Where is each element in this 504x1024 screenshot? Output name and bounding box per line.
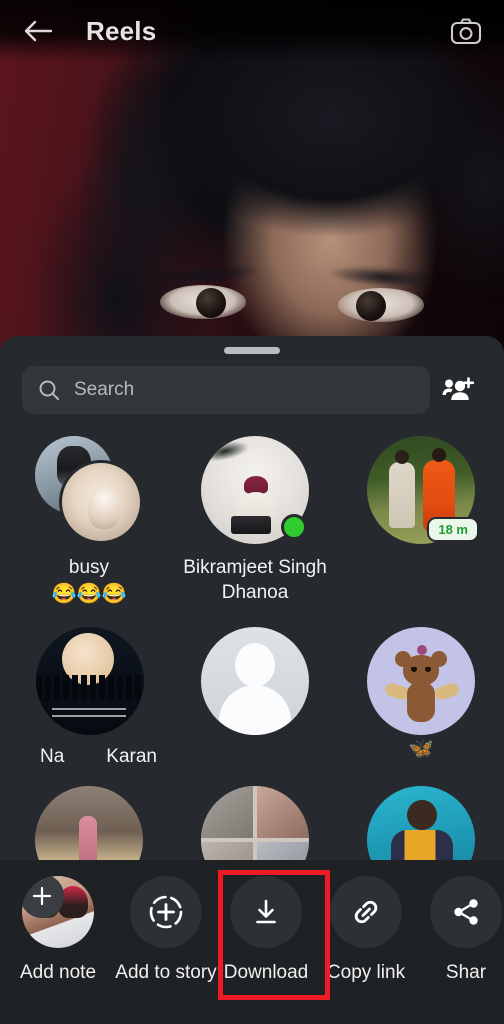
contact-name: busy: [68, 557, 110, 578]
share-action[interactable]: Shar: [416, 876, 504, 985]
add-people-icon: [442, 377, 475, 400]
contact-emoji: 😂😂😂: [51, 583, 127, 605]
drag-handle[interactable]: [224, 347, 280, 354]
avatar-wrap: [201, 627, 310, 735]
avatar-wrap: [36, 627, 144, 735]
avatar-detail: [407, 800, 437, 830]
avatar-detail: [411, 667, 432, 672]
action-bar: Add note Add to story Download Copy link…: [0, 860, 504, 1024]
avatar: [367, 627, 476, 735]
contact-name: Na: [40, 746, 65, 767]
add-to-story-icon: [149, 895, 183, 929]
online-status-dot: [281, 514, 307, 540]
download-label: Download: [223, 962, 309, 983]
reel-subject-hair: [80, 22, 504, 312]
avatar-wrap: [201, 436, 309, 544]
camera-icon: [450, 18, 482, 45]
arrow-left-icon: [24, 20, 53, 42]
contact-cell-bikramjeet[interactable]: Bikramjeet Singh Dhanoa: [172, 436, 338, 607]
download-icon: [256, 899, 276, 924]
avatar-detail: [201, 786, 253, 838]
avatar-detail: [235, 643, 276, 687]
contacts-row: Na Karan 🦋: [0, 627, 504, 768]
avatar-detail: [417, 645, 428, 655]
contact-emoji: 🦋: [408, 738, 434, 760]
plus-icon: [22, 876, 64, 918]
contact-name: Bikramjeet Singh Dhanoa: [183, 557, 327, 603]
time-badge: 18 m: [427, 517, 479, 542]
avatar-wrap: [35, 436, 143, 544]
reels-share-screen: Reels Search busy 😂😂😂 Bikramjeet Singh D…: [0, 0, 504, 1024]
add-to-story-button[interactable]: [130, 876, 202, 948]
contact-cell-na[interactable]: Na Karan: [6, 627, 172, 768]
group-avatar-front: [59, 460, 143, 544]
page-title: Reels: [86, 15, 157, 46]
reel-subject-pupil-right: [356, 291, 386, 321]
avatar-wrap: 18 m: [367, 436, 479, 544]
download-button[interactable]: [230, 876, 302, 948]
add-to-story-action[interactable]: Add to story: [115, 876, 217, 985]
avatar: [36, 627, 144, 735]
copy-link-label: Copy link: [326, 962, 406, 983]
avatar-detail: [219, 685, 292, 735]
add-note-avatar: [22, 876, 94, 948]
avatar-wrap: [367, 627, 476, 735]
share-label: Shar: [445, 962, 487, 983]
top-bar: Reels: [0, 0, 504, 62]
contact-cell-default[interactable]: [172, 627, 338, 768]
add-people-button[interactable]: [430, 366, 486, 414]
contact-cell-bear[interactable]: 🦋: [338, 627, 504, 768]
share-icon: [454, 899, 478, 925]
label-pair: Na Karan: [40, 746, 157, 768]
copy-link-button[interactable]: [330, 876, 402, 948]
copy-link-action[interactable]: Copy link: [316, 876, 416, 985]
link-icon: [354, 900, 378, 924]
add-note-label: Add note: [19, 962, 97, 983]
contact-cell-couple[interactable]: 18 m: [338, 436, 504, 607]
avatar-detail: [433, 681, 461, 702]
avatar-detail: [231, 516, 271, 534]
contact-name-secondary: Karan: [106, 746, 157, 767]
avatar-detail: [389, 450, 415, 528]
add-to-story-label: Add to story: [115, 962, 217, 983]
avatar-detail: [257, 786, 309, 838]
share-button[interactable]: [430, 876, 502, 948]
avatar-detail: [52, 703, 126, 717]
avatar-detail: [201, 436, 271, 478]
search-row: Search: [0, 354, 504, 414]
avatar-detail: [36, 675, 144, 701]
download-action[interactable]: Download: [216, 876, 316, 985]
search-placeholder: Search: [74, 379, 135, 400]
add-note-action[interactable]: Add note: [0, 876, 116, 985]
camera-button[interactable]: [446, 11, 486, 51]
reel-subject-pupil-left: [196, 288, 226, 318]
avatar-detail: [407, 682, 436, 722]
back-button[interactable]: [18, 11, 58, 51]
contact-cell-busy[interactable]: busy 😂😂😂: [6, 436, 172, 607]
search-icon: [39, 380, 59, 400]
avatar: [201, 627, 310, 735]
contacts-row: busy 😂😂😂 Bikramjeet Singh Dhanoa 18 m: [0, 436, 504, 607]
contacts-grid: busy 😂😂😂 Bikramjeet Singh Dhanoa 18 m Na…: [0, 414, 504, 894]
search-input[interactable]: Search: [22, 366, 430, 414]
plus-glyph-icon: [32, 886, 52, 906]
